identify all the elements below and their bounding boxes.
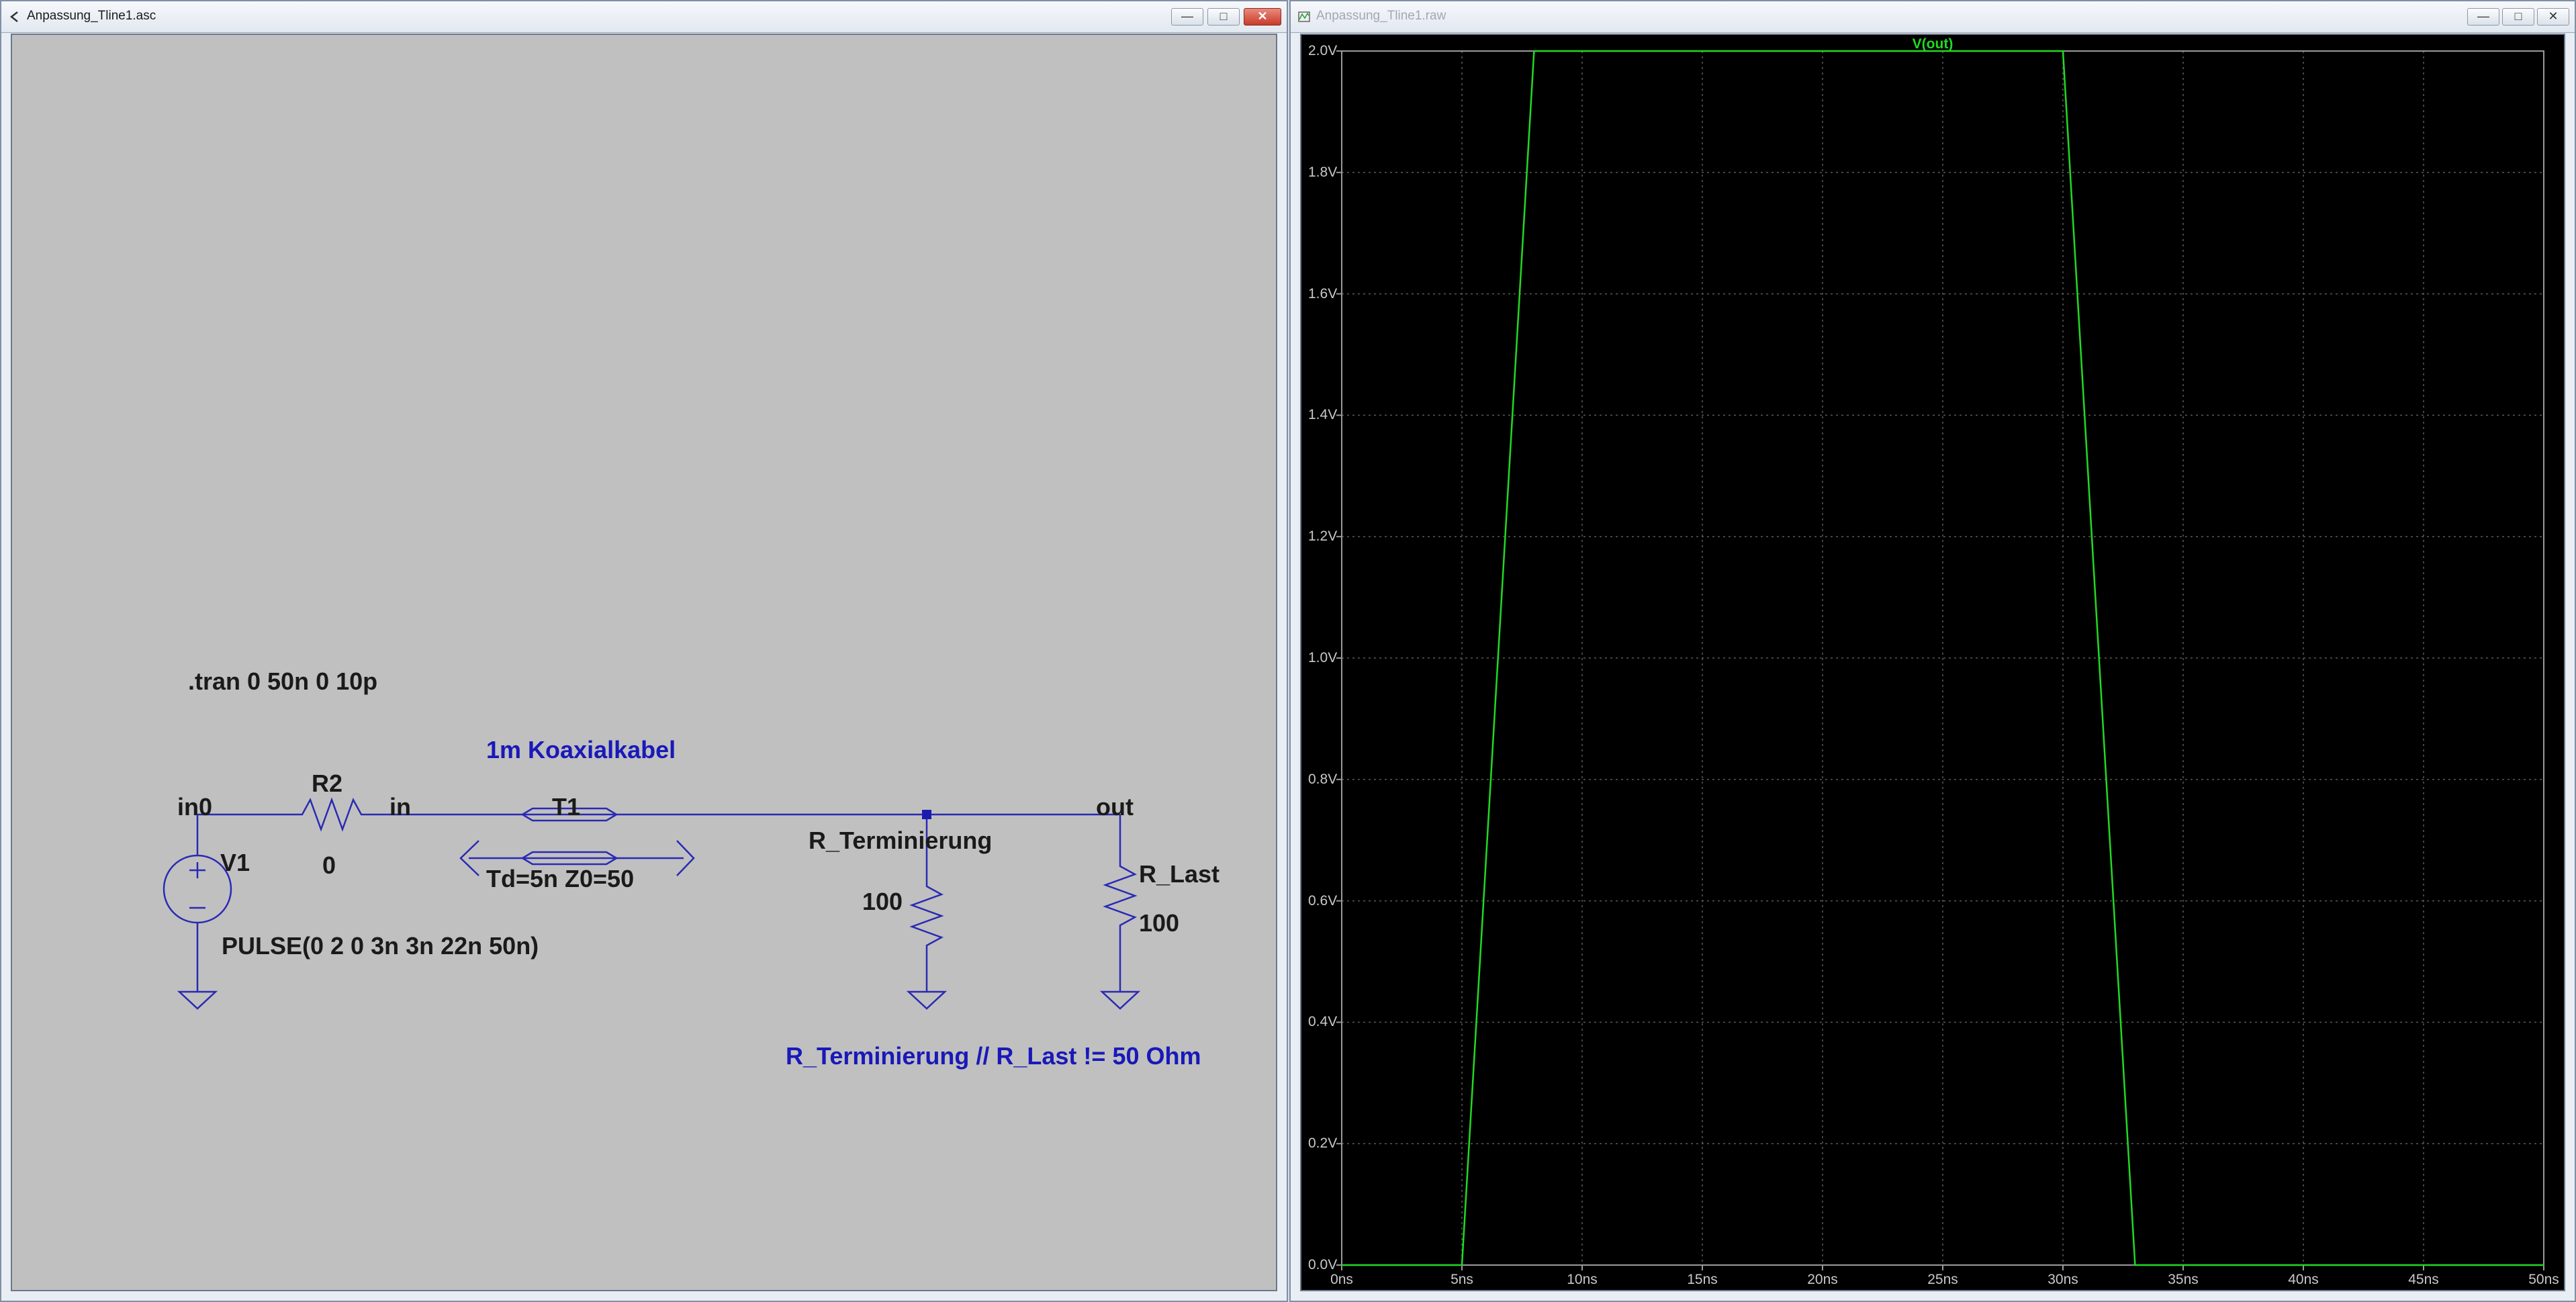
resistor-r2: [294, 797, 368, 832]
x-tick-label: 35ns: [2168, 1272, 2199, 1287]
schematic-canvas[interactable]: .tran 0 50n 0 10p 1m Koaxialkabel in0 R2…: [11, 34, 1277, 1291]
rterm-name[interactable]: R_Terminierung: [809, 827, 992, 855]
x-tick-label: 15ns: [1687, 1272, 1718, 1287]
x-tick-label: 0ns: [1330, 1272, 1353, 1287]
x-tick-label: 5ns: [1451, 1272, 1473, 1287]
y-tick-label: 1.6V: [1308, 285, 1338, 301]
r2-value[interactable]: 0: [322, 851, 336, 880]
plot-close-button[interactable]: ✕: [2537, 8, 2569, 26]
schematic-drawing: [163, 797, 1141, 1010]
plot-window[interactable]: Anpassung_Tline1.raw — □ ✕ V(out) 0ns 5ns…: [1289, 0, 2576, 1302]
close-button[interactable]: ✕: [1244, 8, 1281, 26]
v1-name[interactable]: V1: [220, 849, 250, 877]
rterm-value[interactable]: 100: [862, 888, 903, 916]
y-tick-label: 0.0V: [1308, 1257, 1338, 1272]
impedance-note[interactable]: R_Terminierung // R_Last != 50 Ohm: [786, 1042, 1201, 1070]
y-tick-label: 1.2V: [1308, 528, 1338, 545]
x-tick-label: 40ns: [2288, 1272, 2319, 1287]
x-tick-label: 10ns: [1567, 1272, 1598, 1287]
tran-directive[interactable]: .tran 0 50n 0 10p: [188, 667, 377, 696]
t1-value[interactable]: Td=5n Z0=50: [486, 865, 634, 893]
net-label-in0[interactable]: in0: [177, 793, 212, 821]
x-tick-label: 30ns: [2048, 1272, 2078, 1287]
plot-area[interactable]: V(out) 0ns 5ns 10ns 15ns 20ns 25ns 30ns 35ns 40n…: [1300, 34, 2565, 1291]
v1-value[interactable]: PULSE(0 2 0 3n 3n 22n 50n): [222, 932, 539, 960]
plot-maximize-button[interactable]: □: [2502, 8, 2534, 26]
y-tick-label: 1.4V: [1308, 407, 1338, 423]
plot-window-title: Anpassung_Tline1.raw: [1316, 9, 1446, 23]
x-tick-label: 50ns: [2528, 1272, 2559, 1287]
plot-svg: [1336, 50, 2544, 1270]
net-label-out[interactable]: out: [1096, 793, 1134, 821]
schematic-titlebar[interactable]: Anpassung_Tline1.asc — □ ✕: [1, 1, 1287, 33]
plot-titlebar[interactable]: Anpassung_Tline1.raw — □ ✕: [1291, 1, 2575, 33]
minimize-button[interactable]: —: [1171, 8, 1203, 26]
y-tick-label: 1.0V: [1308, 650, 1338, 665]
schematic-window[interactable]: Anpassung_Tline1.asc — □ ✕ .tran 0 50n 0…: [0, 0, 1288, 1302]
y-tick-label: 0.6V: [1308, 892, 1338, 909]
y-tick-label: 0.2V: [1308, 1135, 1338, 1152]
y-tick-label: 0.4V: [1308, 1014, 1338, 1030]
x-tick-label: 20ns: [1807, 1272, 1838, 1287]
r2-name[interactable]: R2: [312, 770, 342, 798]
schematic-app-icon: [9, 11, 18, 22]
schematic-window-title: Anpassung_Tline1.asc: [27, 9, 156, 23]
junction-dot: [922, 810, 931, 819]
t1-name[interactable]: T1: [552, 793, 580, 821]
net-label-in[interactable]: in: [389, 793, 411, 821]
maximize-button[interactable]: □: [1207, 8, 1240, 26]
ground-rterm: [906, 990, 948, 1010]
resistor-rterm: [909, 878, 944, 955]
x-tick-label: 45ns: [2408, 1272, 2439, 1287]
x-tick-label: 25ns: [1927, 1272, 1958, 1287]
y-tick-label: 2.0V: [1308, 43, 1338, 58]
cable-comment[interactable]: 1m Koaxialkabel: [486, 736, 676, 764]
y-tick-label: 0.8V: [1308, 771, 1338, 787]
waveform-app-icon: [1298, 11, 1310, 22]
rlast-name[interactable]: R_Last: [1139, 860, 1220, 888]
ground-rlast: [1099, 990, 1141, 1010]
y-tick-label: 1.8V: [1308, 164, 1338, 180]
rlast-value[interactable]: 100: [1139, 909, 1179, 937]
ground-v1: [177, 990, 218, 1010]
plot-minimize-button[interactable]: —: [2467, 8, 2499, 26]
resistor-rlast: [1103, 855, 1138, 955]
